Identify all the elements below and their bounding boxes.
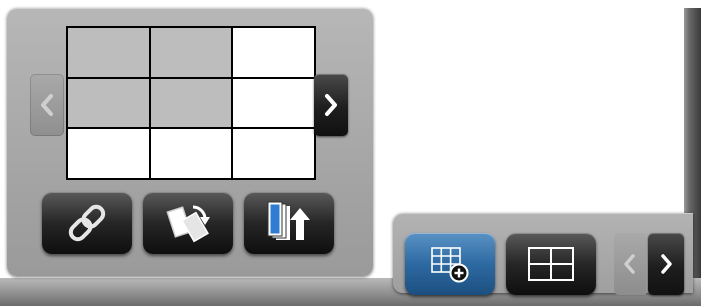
page-prev-button[interactable]	[614, 233, 646, 295]
swap-rotate-icon	[163, 201, 213, 245]
chain-link-icon	[63, 203, 111, 243]
grid-prev-button[interactable]	[30, 74, 64, 136]
add-layout-button[interactable]	[405, 233, 495, 295]
page-next-button[interactable]	[648, 233, 684, 295]
stack-upload-button[interactable]	[244, 192, 334, 254]
grid-cell[interactable]	[68, 28, 149, 77]
grid-cell[interactable]	[233, 28, 314, 77]
chevron-right-icon	[323, 92, 339, 118]
grid-next-button[interactable]	[314, 74, 348, 136]
layout-grid[interactable]	[66, 26, 316, 180]
link-button[interactable]	[42, 192, 132, 254]
grid-cell[interactable]	[150, 28, 232, 77]
swap-button[interactable]	[143, 192, 233, 254]
grid-cell[interactable]	[68, 78, 149, 128]
grid-cell[interactable]	[150, 78, 232, 128]
grid-add-icon	[426, 242, 474, 286]
stack-upload-icon	[262, 200, 316, 246]
grid-cell[interactable]	[233, 129, 314, 178]
chevron-right-icon	[659, 253, 673, 275]
layout-view-button[interactable]	[506, 233, 596, 295]
grid-cell[interactable]	[150, 129, 232, 178]
chevron-left-icon	[623, 253, 637, 275]
two-by-two-layout-icon	[525, 244, 577, 284]
grid-cell[interactable]	[233, 78, 314, 128]
chevron-left-icon	[39, 92, 55, 118]
grid-cell[interactable]	[68, 129, 149, 178]
